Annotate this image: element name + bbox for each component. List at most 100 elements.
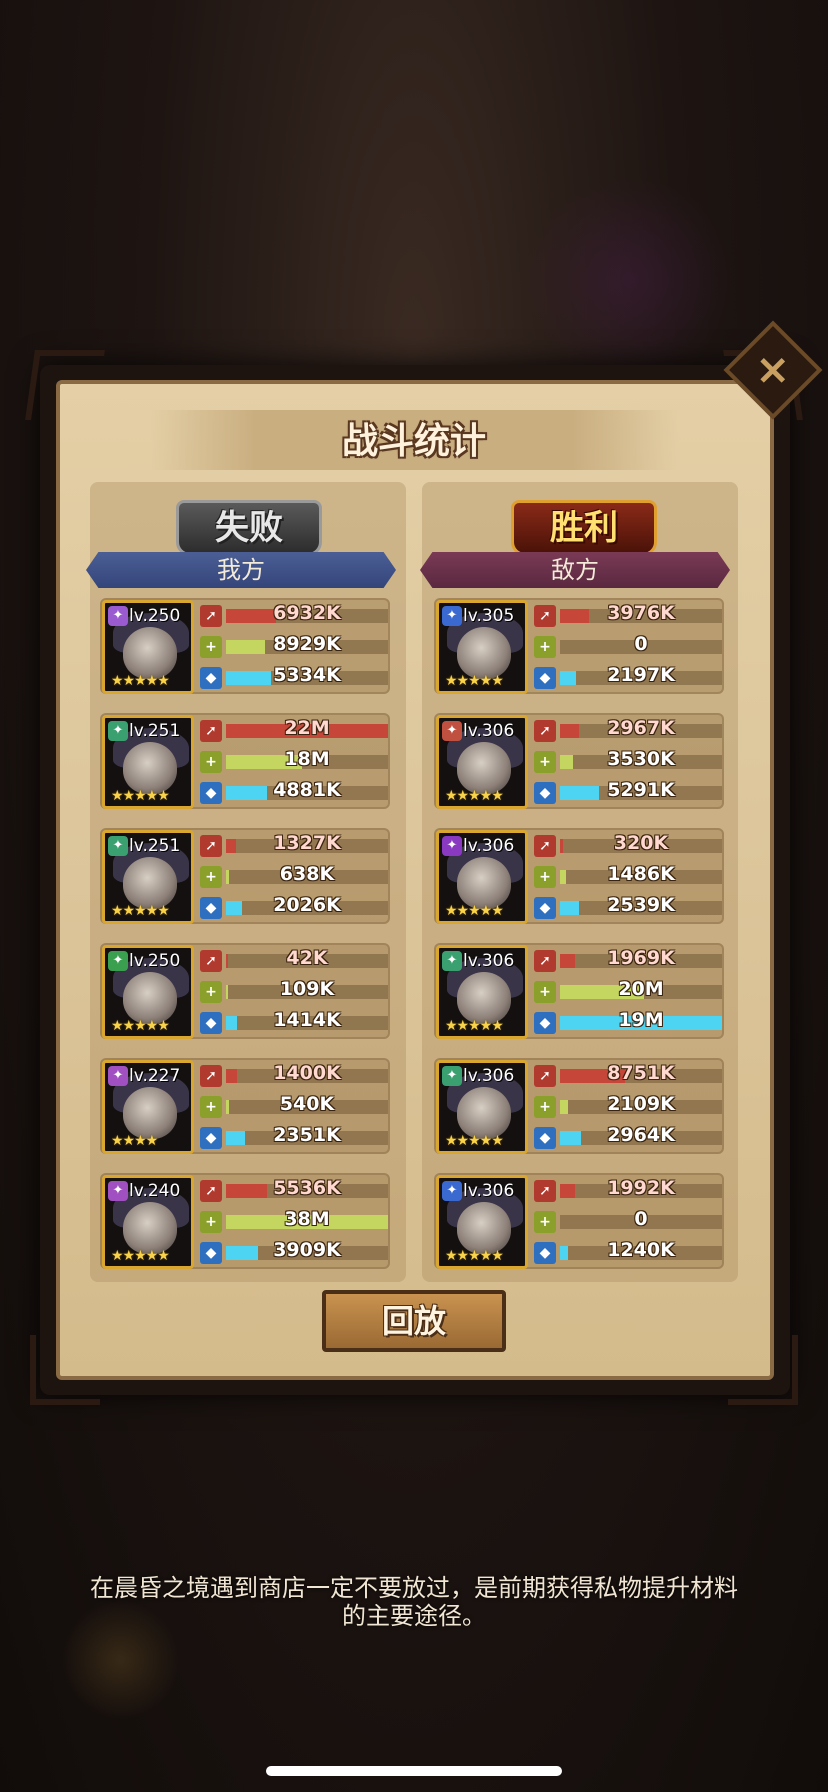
stat-def: ◆ 2026K: [200, 894, 390, 922]
stat-heal: +540K: [200, 1093, 390, 1121]
hero-portrait[interactable]: ✦ lv.306 ★★★★★: [436, 715, 528, 809]
sword-icon: ➚: [534, 720, 556, 742]
hero-portrait[interactable]: ✦ lv.251 ★★★★★: [102, 715, 194, 809]
hero-stat-row[interactable]: ✦ lv.306 ★★★★★ ➚ 2967K +3530K ◆ 5291K: [434, 713, 724, 809]
defeat-badge: 失败: [176, 500, 322, 556]
stat-def-value: 5291K: [607, 779, 675, 801]
hero-portrait[interactable]: ✦ lv.305 ★★★★★: [436, 600, 528, 694]
hero-portrait[interactable]: ✦ lv.306 ★★★★★: [436, 830, 528, 924]
hero-face: [123, 627, 177, 679]
shield-icon: ◆: [534, 1012, 556, 1034]
stat-heal-value: 20M: [618, 978, 664, 1000]
shield-icon: ◆: [534, 1127, 556, 1149]
victory-badge: 胜利: [511, 500, 657, 556]
hero-level: lv.306: [463, 951, 515, 971]
hero-stat-row[interactable]: ✦ lv.240 ★★★★★ ➚ 5536K +38M ◆ 3909K: [100, 1173, 390, 1269]
stat-heal: +8929K: [200, 633, 390, 661]
hero-stars: ★★★★: [111, 1133, 158, 1149]
stat-heal-value: 638K: [279, 863, 335, 885]
hero-face: [123, 742, 177, 794]
class-icon: ✦: [108, 1066, 128, 1086]
stat-atk-value: 1327K: [273, 832, 341, 854]
hero-portrait[interactable]: ✦ lv.251 ★★★★★: [102, 830, 194, 924]
hero-portrait[interactable]: ✦ lv.250 ★★★★★: [102, 600, 194, 694]
stat-def: ◆ 2964K: [534, 1124, 724, 1152]
stat-def-value: 2026K: [273, 894, 341, 916]
stat-atk-value: 2967K: [607, 717, 675, 739]
hero-face: [123, 857, 177, 909]
stat-atk-value: 1400K: [273, 1062, 341, 1084]
stat-atk: ➚ 6932K: [200, 602, 390, 630]
stat-def: ◆ 2351K: [200, 1124, 390, 1152]
stat-atk-value: 1969K: [607, 947, 675, 969]
enemy-side-banner: 敌方: [420, 552, 730, 588]
hero-stat-row[interactable]: ✦ lv.306 ★★★★★ ➚ 320K +1486K ◆ 2539K: [434, 828, 724, 924]
stat-def-value: 2197K: [607, 664, 675, 686]
hero-stat-row[interactable]: ✦ lv.306 ★★★★★ ➚ 1992K +0 ◆ 1240K: [434, 1173, 724, 1269]
stat-heal: +20M: [534, 978, 724, 1006]
stat-atk-value: 8751K: [607, 1062, 675, 1084]
hero-portrait[interactable]: ✦ lv.227 ★★★★: [102, 1060, 194, 1154]
stat-heal: +18M: [200, 748, 390, 776]
hero-face: [457, 972, 511, 1024]
stat-atk: ➚ 320K: [534, 832, 724, 860]
hero-stat-row[interactable]: ✦ lv.251 ★★★★★ ➚ 22M +18M ◆ 4881K: [100, 713, 390, 809]
stat-def-value: 3909K: [273, 1239, 341, 1261]
hero-stars: ★★★★★: [445, 788, 504, 804]
stat-def: ◆ 3909K: [200, 1239, 390, 1267]
hero-level: lv.227: [129, 1066, 181, 1086]
stat-atk: ➚ 3976K: [534, 602, 724, 630]
hero-face: [457, 1087, 511, 1139]
hero-stat-row[interactable]: ✦ lv.306 ★★★★★ ➚ 1969K +20M ◆ 19M: [434, 943, 724, 1039]
hero-stars: ★★★★★: [111, 673, 170, 689]
plus-icon: +: [534, 751, 556, 773]
sword-icon: ➚: [534, 1180, 556, 1202]
shield-icon: ◆: [534, 897, 556, 919]
stat-atk-value: 22M: [284, 717, 330, 739]
hero-portrait[interactable]: ✦ lv.306 ★★★★★: [436, 1175, 528, 1269]
hero-face: [123, 1087, 177, 1139]
stat-heal-value: 8929K: [273, 633, 341, 655]
hero-level: lv.251: [129, 721, 181, 741]
stat-heal: +1486K: [534, 863, 724, 891]
hero-stat-row[interactable]: ✦ lv.227 ★★★★ ➚ 1400K +540K ◆ 2351K: [100, 1058, 390, 1154]
class-icon: ✦: [442, 951, 462, 971]
stat-atk: ➚ 2967K: [534, 717, 724, 745]
replay-button[interactable]: 回放: [322, 1290, 506, 1352]
panel-title: 战斗统计: [341, 421, 486, 462]
stat-atk-value: 1992K: [607, 1177, 675, 1199]
plus-icon: +: [534, 1211, 556, 1233]
sword-icon: ➚: [200, 720, 222, 742]
hero-stars: ★★★★★: [445, 673, 504, 689]
stat-heal: +0: [534, 633, 724, 661]
plus-icon: +: [200, 866, 222, 888]
stat-heal: +0: [534, 1208, 724, 1236]
sword-icon: ➚: [534, 950, 556, 972]
stat-atk-value: 42K: [286, 947, 328, 969]
plus-icon: +: [200, 1211, 222, 1233]
stat-heal-value: 3530K: [607, 748, 675, 770]
hero-stat-row[interactable]: ✦ lv.305 ★★★★★ ➚ 3976K +0 ◆ 2197K: [434, 598, 724, 694]
hero-portrait[interactable]: ✦ lv.306 ★★★★★: [436, 945, 528, 1039]
stat-def: ◆ 5291K: [534, 779, 724, 807]
hero-portrait[interactable]: ✦ lv.250 ★★★★★: [102, 945, 194, 1039]
shield-icon: ◆: [200, 1127, 222, 1149]
hero-level: lv.305: [463, 606, 515, 626]
hero-stars: ★★★★★: [445, 1248, 504, 1264]
sword-icon: ➚: [200, 835, 222, 857]
hero-stat-row[interactable]: ✦ lv.251 ★★★★★ ➚ 1327K +638K ◆ 2026K: [100, 828, 390, 924]
hero-stat-row[interactable]: ✦ lv.306 ★★★★★ ➚ 8751K +2109K ◆ 2964K: [434, 1058, 724, 1154]
hero-stat-row[interactable]: ✦ lv.250 ★★★★★ ➚ 42K +109K ◆ 1414K: [100, 943, 390, 1039]
home-indicator[interactable]: [266, 1766, 562, 1776]
plus-icon: +: [534, 636, 556, 658]
hero-level: lv.306: [463, 1066, 515, 1086]
hero-level: lv.306: [463, 721, 515, 741]
class-icon: ✦: [108, 836, 128, 856]
hero-portrait[interactable]: ✦ lv.306 ★★★★★: [436, 1060, 528, 1154]
hero-stat-row[interactable]: ✦ lv.250 ★★★★★ ➚ 6932K +8929K ◆ 5334K: [100, 598, 390, 694]
hero-face: [123, 1202, 177, 1254]
hero-portrait[interactable]: ✦ lv.240 ★★★★★: [102, 1175, 194, 1269]
stat-heal-value: 0: [634, 1208, 648, 1230]
plus-icon: +: [200, 1096, 222, 1118]
hero-stars: ★★★★★: [111, 1018, 170, 1034]
